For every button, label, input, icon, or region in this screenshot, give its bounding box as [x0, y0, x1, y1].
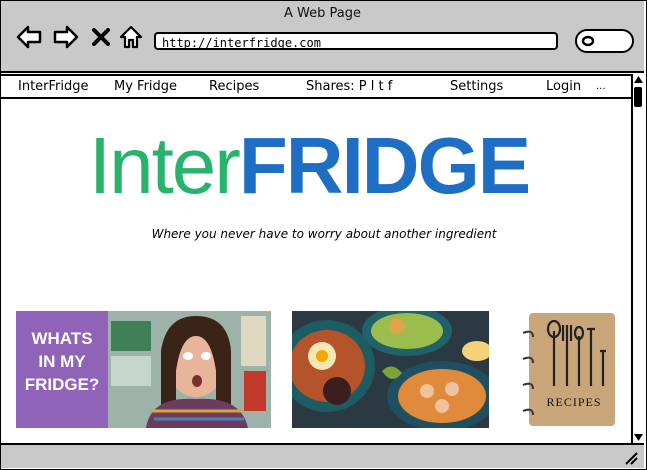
logo-text-fridge: FRIDGE: [238, 121, 531, 210]
menu-item-recipes[interactable]: Recipes: [209, 79, 259, 94]
tile-caption: WHATS IN MY FRIDGE?: [16, 327, 108, 396]
forward-arrow-icon[interactable]: [52, 23, 80, 51]
site-menu-bar: InterFridge My Fridge Recipes Shares: P …: [1, 74, 631, 99]
address-bar[interactable]: http://interfridge.com: [154, 32, 558, 50]
tagline: Where you never have to worry about anot…: [151, 227, 497, 241]
caption-line: FRIDGE?: [24, 375, 100, 394]
status-bar: [1, 443, 644, 468]
scrollbar-thumb[interactable]: [634, 87, 642, 107]
whats-in-my-fridge-image[interactable]: WHATS IN MY FRIDGE?: [16, 311, 271, 428]
scroll-down-arrow-icon[interactable]: [634, 434, 643, 441]
vertical-scrollbar[interactable]: [631, 74, 644, 444]
caption-line: WHATS: [31, 329, 93, 348]
resize-grip-icon[interactable]: [624, 451, 638, 465]
menu-item-my-fridge[interactable]: My Fridge: [114, 79, 177, 94]
recipes-notebook-image[interactable]: RECIPES: [519, 311, 617, 428]
window-title: A Web Page: [284, 6, 361, 21]
menu-item-shares[interactable]: Shares: P l t f: [306, 79, 392, 94]
scroll-up-arrow-icon[interactable]: [634, 76, 643, 83]
caption-line: IN MY: [38, 352, 86, 371]
food-platter-image[interactable]: [292, 311, 489, 428]
menu-item-settings[interactable]: Settings: [450, 79, 503, 94]
recipes-caption: RECIPES: [546, 395, 602, 409]
search-field[interactable]: [575, 29, 634, 53]
logo-text-inter: Inter: [88, 121, 241, 210]
home-icon[interactable]: [117, 23, 145, 51]
back-arrow-icon[interactable]: [15, 23, 43, 51]
close-x-icon[interactable]: [90, 23, 112, 51]
menu-item-interfridge[interactable]: InterFridge: [18, 79, 89, 94]
menu-item-more[interactable]: ...: [596, 81, 606, 92]
menu-item-login[interactable]: Login: [546, 79, 581, 94]
page-content: InterFRIDGE Where you never have to worr…: [1, 99, 631, 442]
site-logo: InterFRIDGE: [1, 121, 617, 211]
browser-toolbar: A Web Page http://interfridge.com: [1, 1, 644, 73]
search-icon: [581, 35, 595, 47]
